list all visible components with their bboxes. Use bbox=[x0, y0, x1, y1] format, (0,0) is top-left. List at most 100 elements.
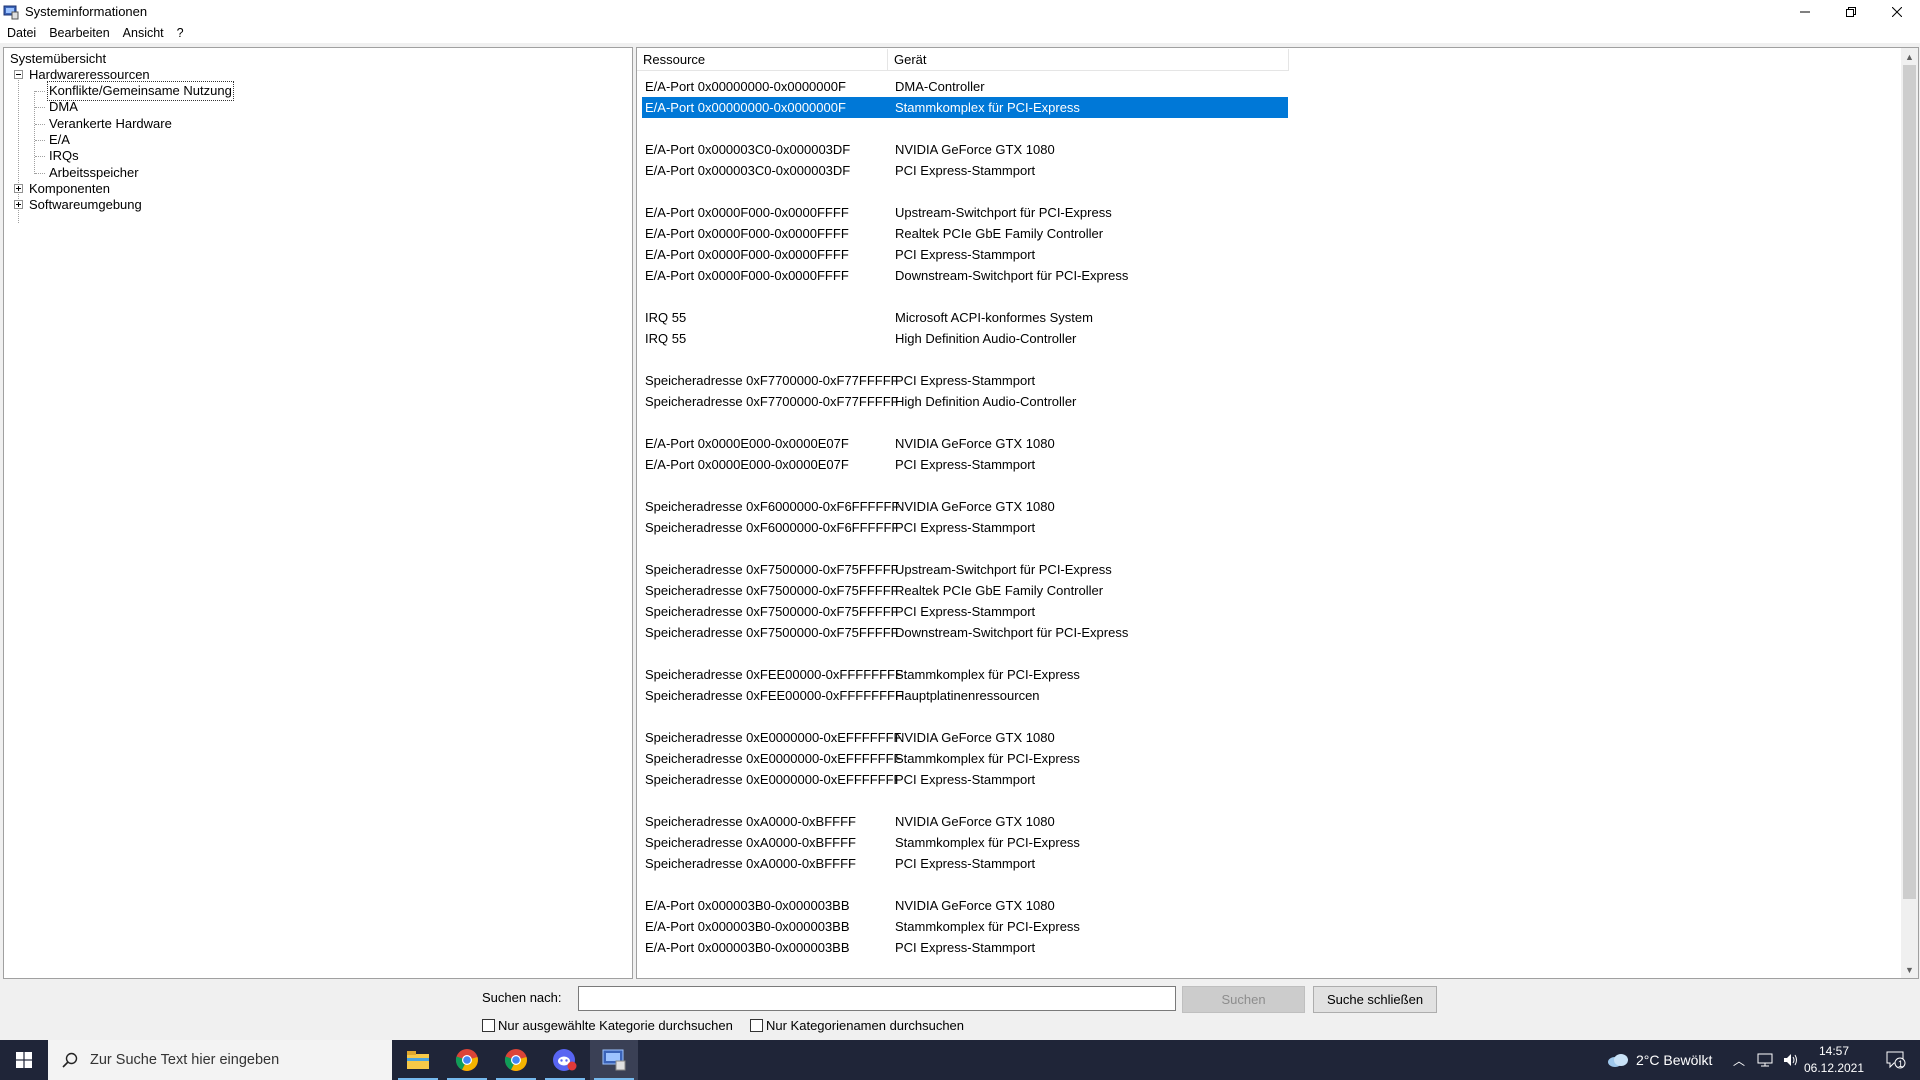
table-row[interactable]: E/A-Port 0x000003C0-0x000003DF NVIDIA GeF… bbox=[642, 139, 1288, 160]
table-row[interactable]: E/A-Port 0x00000000-0x0000000F Stammkompl… bbox=[642, 97, 1288, 118]
expand-icon[interactable] bbox=[14, 184, 23, 193]
start-button[interactable] bbox=[0, 1040, 48, 1080]
table-row[interactable]: Speicheradresse 0xFEE00000-0xFFFFFFFF Hau… bbox=[642, 685, 1288, 706]
taskbar-app-discord[interactable] bbox=[541, 1040, 589, 1080]
table-row[interactable]: E/A-Port 0x0000E000-0x0000E07F PCI Expres… bbox=[642, 454, 1288, 475]
table-row[interactable] bbox=[642, 412, 1288, 433]
checkbox-category-names[interactable]: Nur Kategorienamen durchsuchen bbox=[750, 1018, 964, 1033]
taskbar-search[interactable]: Zur Suche Text hier eingeben bbox=[48, 1040, 392, 1080]
table-row[interactable]: E/A-Port 0x000003B0-0x000003BB PCI Expres… bbox=[642, 937, 1288, 958]
cell-geraet bbox=[892, 874, 1288, 895]
table-row[interactable] bbox=[642, 643, 1288, 664]
table-row[interactable]: E/A-Port 0x0000F000-0x0000FFFF Upstream-S… bbox=[642, 202, 1288, 223]
search-button[interactable]: Suchen bbox=[1182, 986, 1305, 1013]
table-row[interactable]: E/A-Port 0x0000E000-0x0000E07F NVIDIA GeF… bbox=[642, 433, 1288, 454]
table-row[interactable] bbox=[642, 538, 1288, 559]
taskbar-app-explorer[interactable] bbox=[394, 1040, 442, 1080]
close-search-button[interactable]: Suche schließen bbox=[1313, 986, 1437, 1013]
table-row[interactable]: E/A-Port 0x0000F000-0x0000FFFF Realtek PC… bbox=[642, 223, 1288, 244]
table-row[interactable]: Speicheradresse 0xE0000000-0xEFFFFFFF Sta… bbox=[642, 748, 1288, 769]
table-row[interactable]: IRQ 55 Microsoft ACPI-konformes System bbox=[642, 307, 1288, 328]
tree-item-softwareumgebung[interactable]: Softwareumgebung bbox=[29, 196, 142, 214]
table-row[interactable] bbox=[642, 706, 1288, 727]
cell-ressource: Speicheradresse 0xF7700000-0xF77FFFFF bbox=[645, 373, 899, 388]
column-header-ressource[interactable]: Ressource bbox=[637, 49, 888, 71]
search-input[interactable] bbox=[578, 986, 1176, 1011]
chevron-up-icon[interactable]: ︿ bbox=[1733, 1052, 1745, 1069]
table-row[interactable]: Speicheradresse 0xF7700000-0xF77FFFFF PCI… bbox=[642, 370, 1288, 391]
table-row[interactable]: Speicheradresse 0xA0000-0xBFFFF NVIDIA Ge… bbox=[642, 811, 1288, 832]
cell-geraet: Hauptplatinenressourcen bbox=[895, 688, 1040, 703]
tree-item-irqs[interactable]: IRQs bbox=[49, 147, 79, 165]
cell-geraet: NVIDIA GeForce GTX 1080 bbox=[895, 898, 1055, 913]
cell-ressource bbox=[642, 643, 892, 664]
minimize-icon bbox=[1800, 11, 1810, 12]
scroll-thumb[interactable] bbox=[1903, 65, 1916, 899]
table-row[interactable]: IRQ 55 High Definition Audio-Controller bbox=[642, 328, 1288, 349]
scroll-down-icon[interactable]: ▼ bbox=[1901, 961, 1918, 978]
clock-time: 14:57 bbox=[1818, 1044, 1850, 1058]
notification-button[interactable]: 1 bbox=[1876, 1040, 1916, 1080]
cell-ressource bbox=[642, 286, 892, 307]
table-row[interactable]: Speicheradresse 0xF6000000-0xF6FFFFFF PCI… bbox=[642, 517, 1288, 538]
table-row[interactable]: Speicheradresse 0xF7500000-0xF75FFFFF Ups… bbox=[642, 559, 1288, 580]
table-row[interactable]: Speicheradresse 0xFEE00000-0xFFFFFFFF Sta… bbox=[642, 664, 1288, 685]
menu-help[interactable]: ? bbox=[177, 26, 184, 40]
table-row[interactable] bbox=[642, 790, 1288, 811]
cell-ressource: Speicheradresse 0xF6000000-0xF6FFFFFF bbox=[645, 520, 900, 535]
scroll-up-icon[interactable]: ▲ bbox=[1901, 48, 1918, 65]
table-row[interactable] bbox=[642, 181, 1288, 202]
checkbox-box[interactable] bbox=[482, 1019, 495, 1032]
search-icon bbox=[62, 1052, 78, 1068]
collapse-icon[interactable] bbox=[14, 70, 23, 79]
menu-datei[interactable]: Datei bbox=[7, 26, 36, 40]
table-row[interactable] bbox=[642, 874, 1288, 895]
vertical-scrollbar[interactable]: ▲ ▼ bbox=[1901, 48, 1918, 978]
weather-text: 2°C Bewölkt bbox=[1636, 1052, 1713, 1068]
table-row[interactable] bbox=[642, 349, 1288, 370]
tree-item-dma[interactable]: DMA bbox=[49, 98, 78, 116]
cell-ressource: E/A-Port 0x000003B0-0x000003BB bbox=[645, 940, 850, 955]
network-icon[interactable] bbox=[1757, 1053, 1773, 1067]
checkbox-selected-category[interactable]: Nur ausgewählte Kategorie durchsuchen bbox=[482, 1018, 733, 1033]
table-row[interactable]: Speicheradresse 0xF7500000-0xF75FFFFF Rea… bbox=[642, 580, 1288, 601]
table-row[interactable]: Speicheradresse 0xF6000000-0xF6FFFFFF NVI… bbox=[642, 496, 1288, 517]
menu-ansicht[interactable]: Ansicht bbox=[123, 26, 164, 40]
table-row[interactable]: Speicheradresse 0xA0000-0xBFFFF PCI Expre… bbox=[642, 853, 1288, 874]
table-row[interactable]: Speicheradresse 0xF7500000-0xF75FFFFF PCI… bbox=[642, 601, 1288, 622]
table-row[interactable]: Speicheradresse 0xF7700000-0xF77FFFFF Hig… bbox=[642, 391, 1288, 412]
cell-ressource: Speicheradresse 0xF7700000-0xF77FFFFF bbox=[645, 394, 899, 409]
table-row[interactable]: Speicheradresse 0xE0000000-0xEFFFFFFF NVI… bbox=[642, 727, 1288, 748]
table-row[interactable] bbox=[642, 475, 1288, 496]
table-row[interactable]: E/A-Port 0x000003B0-0x000003BB NVIDIA GeF… bbox=[642, 895, 1288, 916]
table-row[interactable]: Speicheradresse 0xE0000000-0xEFFFFFFF PCI… bbox=[642, 769, 1288, 790]
cell-ressource bbox=[642, 790, 892, 811]
table-row[interactable]: E/A-Port 0x00000000-0x0000000F DMA-Contro… bbox=[642, 76, 1288, 97]
taskbar-app-systeminfo[interactable] bbox=[590, 1040, 638, 1080]
table-row[interactable]: Speicheradresse 0xA0000-0xBFFFF Stammkomp… bbox=[642, 832, 1288, 853]
search-label: Suchen nach: bbox=[482, 990, 562, 1005]
cell-geraet bbox=[892, 412, 1288, 433]
weather-widget[interactable]: 2°C Bewölkt bbox=[1606, 1040, 1712, 1080]
cell-geraet bbox=[892, 538, 1288, 559]
list-rows: E/A-Port 0x00000000-0x0000000F DMA-Contro… bbox=[642, 76, 1288, 958]
table-row[interactable]: Speicheradresse 0xF7500000-0xF75FFFFF Dow… bbox=[642, 622, 1288, 643]
table-row[interactable]: E/A-Port 0x0000F000-0x0000FFFF PCI Expres… bbox=[642, 244, 1288, 265]
table-row[interactable] bbox=[642, 118, 1288, 139]
cell-ressource: E/A-Port 0x000003B0-0x000003BB bbox=[645, 919, 850, 934]
table-row[interactable]: E/A-Port 0x0000F000-0x0000FFFF Downstream… bbox=[642, 265, 1288, 286]
menu-bearbeiten[interactable]: Bearbeiten bbox=[49, 26, 109, 40]
cell-geraet: PCI Express-Stammport bbox=[895, 856, 1036, 871]
table-row[interactable]: E/A-Port 0x000003C0-0x000003DF PCI Expres… bbox=[642, 160, 1288, 181]
table-row[interactable] bbox=[642, 286, 1288, 307]
taskbar-app-chrome-2[interactable] bbox=[492, 1040, 540, 1080]
expand-icon[interactable] bbox=[14, 200, 23, 209]
table-row[interactable]: E/A-Port 0x000003B0-0x000003BB Stammkompl… bbox=[642, 916, 1288, 937]
column-header-geraet[interactable]: Gerät bbox=[888, 49, 1289, 71]
close-button[interactable] bbox=[1874, 0, 1920, 23]
checkbox-box[interactable] bbox=[750, 1019, 763, 1032]
taskbar-app-chrome[interactable] bbox=[443, 1040, 491, 1080]
restore-button[interactable] bbox=[1828, 0, 1874, 23]
minimize-button[interactable] bbox=[1782, 0, 1828, 23]
clock[interactable]: 14:57 06.12.2021 bbox=[1796, 1043, 1872, 1077]
